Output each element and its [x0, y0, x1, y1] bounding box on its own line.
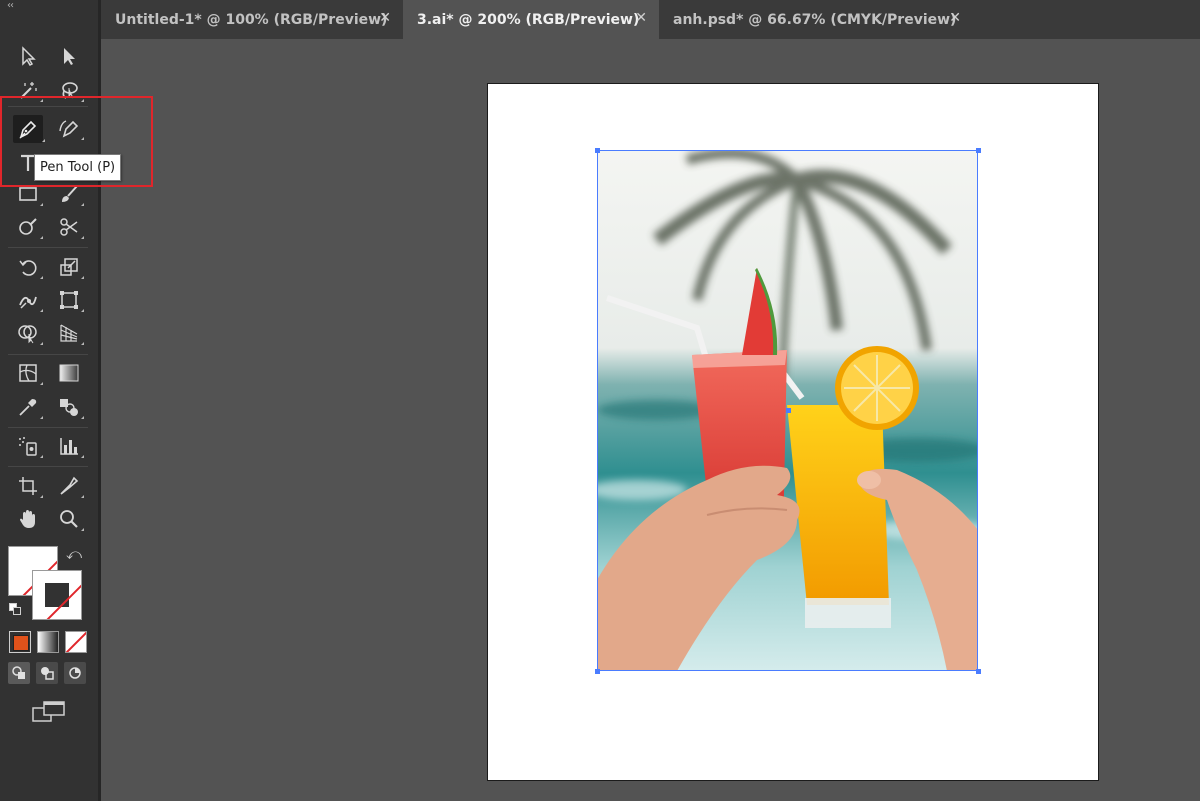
collapse-panel-button[interactable]: ‹‹	[7, 0, 14, 11]
draw-behind-icon[interactable]	[36, 662, 58, 684]
selection-tool-icon[interactable]	[15, 43, 41, 69]
bbox-handle-br[interactable]	[976, 669, 981, 674]
none-mode-button[interactable]	[65, 631, 87, 653]
gradient-mode-button[interactable]	[37, 631, 59, 653]
color-mode-button[interactable]	[9, 631, 31, 653]
close-tab-icon[interactable]: ✕	[379, 10, 391, 26]
bbox-handle-tl[interactable]	[595, 148, 600, 153]
tab-label: Untitled-1* @ 100% (RGB/Preview)	[115, 11, 388, 28]
symbol-sprayer-tool-icon[interactable]	[15, 433, 43, 459]
tab-label: 3.ai* @ 200% (RGB/Preview)	[417, 11, 640, 28]
screen-mode-icon[interactable]	[32, 700, 66, 724]
perspective-grid-tool-icon[interactable]	[56, 320, 84, 346]
shaper-tool-icon[interactable]	[15, 214, 43, 240]
scissors-tool-icon[interactable]	[56, 214, 84, 240]
scale-tool-icon[interactable]	[56, 254, 84, 280]
document-tabs: Untitled-1* @ 100% (RGB/Preview) ✕ 3.ai*…	[101, 0, 1200, 39]
pen-tool-tooltip: Pen Tool (P)	[34, 154, 122, 181]
slice-tool-icon[interactable]	[56, 473, 84, 499]
tab-untitled-1[interactable]: Untitled-1* @ 100% (RGB/Preview) ✕	[101, 0, 403, 39]
mesh-tool-icon[interactable]	[15, 360, 43, 386]
gradient-tool-icon[interactable]	[56, 360, 82, 386]
rotate-tool-icon[interactable]	[15, 254, 43, 280]
shape-builder-tool-icon[interactable]	[15, 320, 43, 346]
tab-3-ai[interactable]: 3.ai* @ 200% (RGB/Preview) ✕	[403, 0, 659, 39]
tab-anh-psd[interactable]: anh.psd* @ 66.67% (CMYK/Preview) ✕	[659, 0, 973, 39]
bbox-handle-bl[interactable]	[595, 669, 600, 674]
swap-fill-stroke-icon[interactable]: ⤺	[66, 545, 82, 563]
artboard-tool-icon[interactable]	[15, 473, 43, 499]
stroke-swatch[interactable]	[32, 570, 82, 620]
zoom-tool-icon[interactable]	[56, 506, 84, 532]
column-graph-tool-icon[interactable]	[56, 433, 84, 459]
direct-selection-tool-icon[interactable]	[56, 43, 82, 69]
close-tab-icon[interactable]: ✕	[635, 10, 647, 26]
draw-normal-icon[interactable]	[8, 662, 30, 684]
puppet-warp-tool-icon[interactable]	[15, 287, 43, 313]
tab-label: anh.psd* @ 66.67% (CMYK/Preview)	[673, 11, 957, 28]
eyedropper-tool-icon[interactable]	[15, 394, 43, 420]
free-transform-tool-icon[interactable]	[56, 287, 84, 313]
close-tab-icon[interactable]: ✕	[949, 10, 961, 26]
default-fill-stroke-icon[interactable]	[9, 603, 21, 615]
draw-inside-icon[interactable]	[64, 662, 86, 684]
blend-tool-icon[interactable]	[56, 394, 84, 420]
hand-tool-icon[interactable]	[15, 506, 41, 532]
bbox-center-point[interactable]	[786, 408, 791, 413]
bbox-handle-tr[interactable]	[976, 148, 981, 153]
